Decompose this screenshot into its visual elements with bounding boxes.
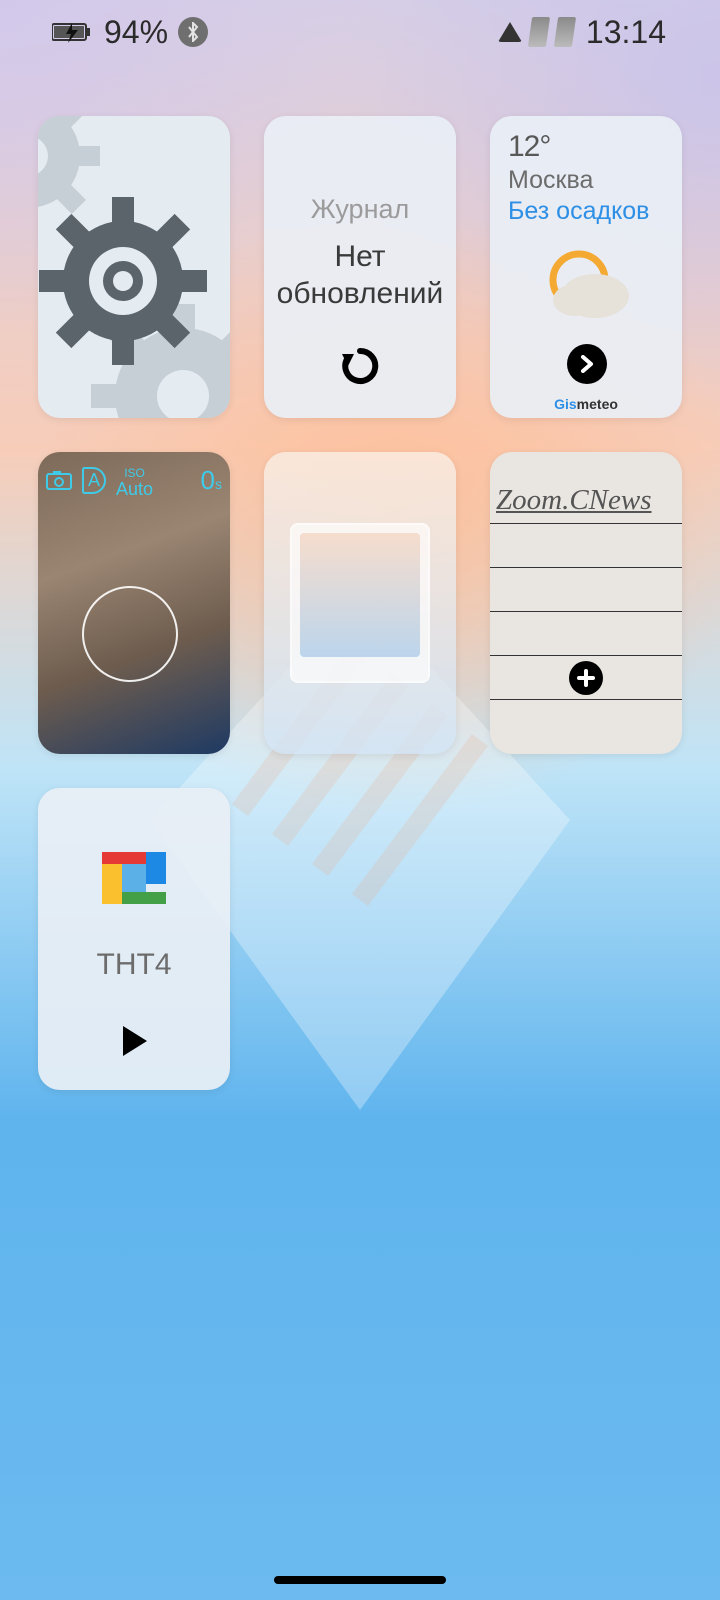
gears-icon — [38, 116, 230, 418]
camera-focus-ring — [82, 586, 178, 682]
camera-mode: A — [82, 467, 106, 494]
tv-widget[interactable]: ТНТ4 — [38, 788, 230, 1090]
weather-brand: Gismeteo — [490, 396, 682, 412]
reload-icon[interactable] — [340, 346, 380, 386]
weather-forward-button[interactable] — [567, 344, 607, 384]
news-row — [490, 568, 682, 612]
battery-percentage: 94% — [104, 14, 168, 51]
tv-logo-icon — [96, 846, 172, 922]
weather-temperature: 12° — [508, 130, 666, 164]
news-row — [490, 612, 682, 656]
news-title: Zoom.CNews — [490, 452, 682, 524]
signal-icon-2 — [554, 17, 576, 47]
add-icon[interactable] — [569, 661, 603, 695]
wifi-icon — [498, 22, 522, 42]
gallery-widget[interactable] — [264, 452, 456, 754]
photo-placeholder-icon — [290, 523, 430, 683]
camera-iso: ISOAuto — [116, 462, 153, 498]
home-indicator[interactable] — [274, 1576, 446, 1584]
camera-timer: 0s — [201, 467, 222, 493]
journal-body: Нет обновлений — [277, 239, 444, 312]
widget-grid: Журнал Нет обновлений 12° Москва Без оса… — [38, 116, 682, 1090]
news-add-row — [490, 656, 682, 700]
bluetooth-icon — [178, 17, 208, 47]
camera-icon — [46, 470, 72, 490]
news-widget[interactable]: Zoom.CNews — [490, 452, 682, 754]
battery-charging-icon — [52, 21, 94, 43]
weather-widget[interactable]: 12° Москва Без осадков Gismeteo — [490, 116, 682, 418]
play-icon[interactable] — [117, 1024, 151, 1058]
news-row — [490, 524, 682, 568]
journal-widget[interactable]: Журнал Нет обновлений — [264, 116, 456, 418]
status-bar: 94% 13:14 — [0, 0, 720, 64]
journal-title: Журнал — [311, 194, 410, 225]
camera-top-bar: A ISOAuto 0s — [46, 462, 222, 498]
clock: 13:14 — [586, 14, 666, 51]
signal-icon-1 — [528, 17, 550, 47]
partly-cloudy-icon — [537, 246, 637, 326]
weather-city: Москва — [508, 166, 666, 195]
tv-channel-name: ТНТ4 — [97, 948, 172, 982]
settings-widget[interactable] — [38, 116, 230, 418]
camera-widget[interactable]: A ISOAuto 0s — [38, 452, 230, 754]
weather-condition: Без осадков — [508, 197, 666, 226]
